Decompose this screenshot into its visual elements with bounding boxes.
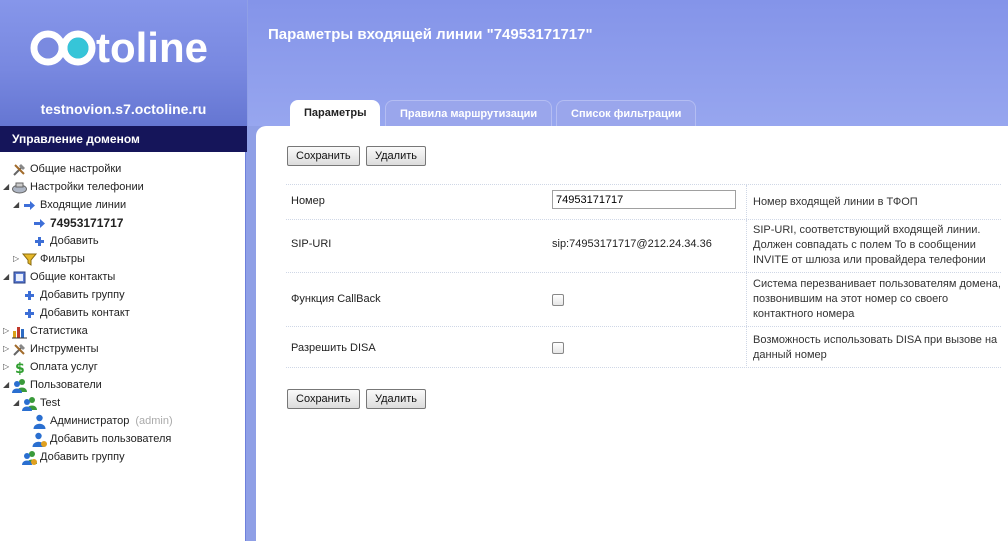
brand-header: toline testnovion.s7.octoline.ru — [0, 0, 247, 126]
sidebar-item-add-line[interactable]: Добавить — [0, 232, 245, 250]
plus-icon — [32, 234, 47, 249]
collapsed-arrow-icon[interactable]: ▷ — [3, 358, 11, 376]
sidebar-item-filters[interactable]: ▷ Фильтры — [0, 250, 245, 268]
page-header: Параметры входящей линии "74953171717" П… — [248, 0, 1008, 126]
arrow-right-icon — [22, 198, 37, 213]
users-icon — [22, 396, 37, 411]
page-title: Параметры входящей линии "74953171717" — [268, 26, 593, 43]
sidebar-item-add-user-group[interactable]: Добавить группу — [0, 448, 245, 466]
plus-icon — [22, 306, 37, 321]
save-button-bottom[interactable]: Сохранить — [287, 389, 360, 409]
sidebar-item-incoming-lines[interactable]: ◢ Входящие линии — [0, 196, 245, 214]
form-row-sip-uri: SIP-URI sip:74953171717@212.24.34.36 SIP… — [286, 219, 1001, 272]
save-button[interactable]: Сохранить — [287, 146, 360, 166]
dollar-icon: $ — [12, 360, 27, 377]
sidebar-item-group-test[interactable]: ◢ Test — [0, 394, 245, 412]
main-content: Сохранить Удалить Номер Номер входящей л… — [256, 126, 1008, 541]
expanded-arrow-icon[interactable]: ◢ — [13, 196, 21, 214]
sidebar-item-add-contact[interactable]: Добавить контакт — [0, 304, 245, 322]
field-description: Система перезванивает пользователям доме… — [746, 273, 1001, 326]
expanded-arrow-icon[interactable]: ◢ — [13, 394, 21, 412]
field-description: Номер входящей линии в ТФОП — [746, 185, 1001, 219]
callback-checkbox[interactable] — [552, 294, 564, 306]
svg-text:$: $ — [15, 361, 25, 375]
tab-routing-rules[interactable]: Правила маршрутизации — [385, 100, 553, 126]
tools-icon — [12, 342, 27, 357]
users-icon — [12, 378, 27, 393]
sidebar-item-tools[interactable]: ▷ Инструменты — [0, 340, 245, 358]
book-icon — [12, 270, 27, 285]
form-row-number: Номер Номер входящей линии в ТФОП — [286, 184, 1001, 219]
phone-icon — [12, 180, 27, 195]
sidebar-item-line-74953171717[interactable]: 74953171717 — [0, 214, 245, 232]
sidebar-item-admin-user[interactable]: Администратор (admin) — [0, 412, 245, 430]
sidebar-item-payment[interactable]: ▷ $ Оплата услуг — [0, 358, 245, 377]
field-label: SIP-URI — [291, 238, 332, 250]
plus-icon — [22, 288, 37, 303]
sidebar-item-add-user[interactable]: Добавить пользователя — [0, 430, 245, 448]
add-group-icon — [22, 450, 37, 465]
user-login: (admin) — [135, 415, 173, 427]
expanded-arrow-icon[interactable]: ◢ — [3, 268, 11, 286]
collapsed-arrow-icon[interactable]: ▷ — [13, 250, 21, 268]
user-icon — [32, 414, 47, 429]
form-row-disa: Разрешить DISA Возможность использовать … — [286, 326, 1001, 368]
filter-icon — [21, 252, 38, 267]
form-row-callback: Функция CallBack Система перезванивает п… — [286, 272, 1001, 326]
expanded-arrow-icon[interactable]: ◢ — [3, 376, 11, 394]
sidebar-item-add-contact-group[interactable]: Добавить группу — [0, 286, 245, 304]
field-label: Разрешить DISA — [291, 342, 376, 354]
field-label: Номер — [291, 195, 325, 207]
field-description: Возможность использовать DISA при вызове… — [746, 327, 1001, 368]
collapsed-arrow-icon[interactable]: ▷ — [3, 322, 11, 340]
sidebar-item-contacts[interactable]: ◢ Общие контакты — [0, 268, 245, 286]
tab-filter-list[interactable]: Список фильтрации — [556, 100, 697, 126]
field-description: SIP-URI, соответствующий входящей линии.… — [746, 220, 1001, 272]
chart-icon — [12, 324, 27, 339]
tools-icon — [12, 162, 27, 177]
domain-host: testnovion.s7.octoline.ru — [40, 101, 207, 117]
sip-uri-value: sip:74953171717@212.24.34.36 — [552, 238, 712, 250]
octoline-logo: toline — [30, 24, 208, 71]
field-label: Функция CallBack — [291, 293, 381, 305]
expanded-arrow-icon[interactable]: ◢ — [3, 178, 11, 196]
section-title: Управление доменом — [0, 126, 247, 152]
nav-tree: Общие настройки ◢ Настройки телефонии ◢ … — [0, 152, 246, 541]
sidebar-item-users[interactable]: ◢ Пользователи — [0, 376, 245, 394]
left-panel: toline testnovion.s7.octoline.ru Управле… — [0, 0, 247, 541]
delete-button[interactable]: Удалить — [366, 146, 426, 166]
delete-button-bottom[interactable]: Удалить — [366, 389, 426, 409]
number-input[interactable] — [552, 190, 736, 209]
disa-checkbox[interactable] — [552, 342, 564, 354]
add-user-icon — [32, 432, 47, 447]
sidebar-item-telephony[interactable]: ◢ Настройки телефонии — [0, 178, 245, 196]
svg-text:toline: toline — [96, 24, 208, 71]
sidebar-item-general[interactable]: Общие настройки — [0, 160, 245, 178]
collapsed-arrow-icon[interactable]: ▷ — [3, 340, 11, 358]
user-name: Администратор — [50, 415, 130, 427]
sidebar-item-statistics[interactable]: ▷ Статистика — [0, 322, 245, 340]
tab-parameters[interactable]: Параметры — [290, 100, 381, 126]
arrow-right-icon — [32, 216, 47, 231]
